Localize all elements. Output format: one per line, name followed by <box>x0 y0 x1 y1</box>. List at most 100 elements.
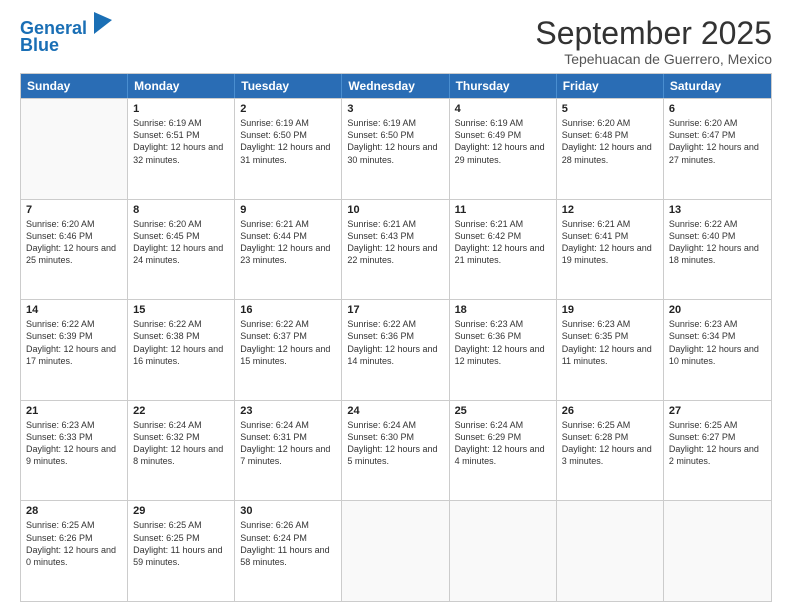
calendar-cell: 16 Sunrise: 6:22 AM Sunset: 6:37 PM Dayli… <box>235 300 342 400</box>
day-info: Sunrise: 6:19 AM Sunset: 6:51 PM Dayligh… <box>133 117 229 166</box>
calendar-header-cell: Thursday <box>450 74 557 98</box>
calendar-cell <box>342 501 449 601</box>
page: General Blue September 2025 Tepehuacan d… <box>0 0 792 612</box>
day-info: Sunrise: 6:24 AM Sunset: 6:30 PM Dayligh… <box>347 419 443 468</box>
main-title: September 2025 <box>535 16 772 51</box>
calendar-header: SundayMondayTuesdayWednesdayThursdayFrid… <box>21 74 771 98</box>
day-info: Sunrise: 6:21 AM Sunset: 6:44 PM Dayligh… <box>240 218 336 267</box>
day-number: 16 <box>240 304 336 316</box>
day-info: Sunrise: 6:20 AM Sunset: 6:46 PM Dayligh… <box>26 218 122 267</box>
day-info: Sunrise: 6:19 AM Sunset: 6:50 PM Dayligh… <box>347 117 443 166</box>
calendar-body: 1 Sunrise: 6:19 AM Sunset: 6:51 PM Daylig… <box>21 98 771 601</box>
day-info: Sunrise: 6:20 AM Sunset: 6:47 PM Dayligh… <box>669 117 766 166</box>
day-number: 21 <box>26 405 122 417</box>
day-number: 23 <box>240 405 336 417</box>
day-number: 18 <box>455 304 551 316</box>
day-info: Sunrise: 6:23 AM Sunset: 6:34 PM Dayligh… <box>669 318 766 367</box>
day-number: 12 <box>562 204 658 216</box>
day-number: 1 <box>133 103 229 115</box>
day-info: Sunrise: 6:24 AM Sunset: 6:32 PM Dayligh… <box>133 419 229 468</box>
day-info: Sunrise: 6:23 AM Sunset: 6:36 PM Dayligh… <box>455 318 551 367</box>
calendar-week-4: 21 Sunrise: 6:23 AM Sunset: 6:33 PM Dayli… <box>21 400 771 501</box>
calendar-cell <box>450 501 557 601</box>
day-info: Sunrise: 6:23 AM Sunset: 6:35 PM Dayligh… <box>562 318 658 367</box>
day-number: 4 <box>455 103 551 115</box>
day-number: 9 <box>240 204 336 216</box>
calendar-cell: 23 Sunrise: 6:24 AM Sunset: 6:31 PM Dayli… <box>235 401 342 501</box>
calendar-cell: 29 Sunrise: 6:25 AM Sunset: 6:25 PM Dayli… <box>128 501 235 601</box>
day-info: Sunrise: 6:22 AM Sunset: 6:37 PM Dayligh… <box>240 318 336 367</box>
calendar-week-1: 1 Sunrise: 6:19 AM Sunset: 6:51 PM Daylig… <box>21 98 771 199</box>
calendar-cell: 7 Sunrise: 6:20 AM Sunset: 6:46 PM Daylig… <box>21 200 128 300</box>
day-number: 7 <box>26 204 122 216</box>
day-info: Sunrise: 6:22 AM Sunset: 6:39 PM Dayligh… <box>26 318 122 367</box>
calendar-cell: 10 Sunrise: 6:21 AM Sunset: 6:43 PM Dayli… <box>342 200 449 300</box>
day-number: 17 <box>347 304 443 316</box>
day-info: Sunrise: 6:24 AM Sunset: 6:31 PM Dayligh… <box>240 419 336 468</box>
day-number: 15 <box>133 304 229 316</box>
calendar-cell: 5Sunrise: 6:20 AM Sunset: 6:48 PM Daylig… <box>557 99 664 199</box>
day-number: 3 <box>347 103 443 115</box>
day-info: Sunrise: 6:23 AM Sunset: 6:33 PM Dayligh… <box>26 419 122 468</box>
calendar-week-5: 28Sunrise: 6:25 AM Sunset: 6:26 PM Dayli… <box>21 500 771 601</box>
day-number: 14 <box>26 304 122 316</box>
calendar-cell: 9 Sunrise: 6:21 AM Sunset: 6:44 PM Daylig… <box>235 200 342 300</box>
calendar: SundayMondayTuesdayWednesdayThursdayFrid… <box>20 73 772 602</box>
day-info: Sunrise: 6:25 AM Sunset: 6:28 PM Dayligh… <box>562 419 658 468</box>
day-info: Sunrise: 6:19 AM Sunset: 6:50 PM Dayligh… <box>240 117 336 166</box>
calendar-header-cell: Saturday <box>664 74 771 98</box>
calendar-cell: 1 Sunrise: 6:19 AM Sunset: 6:51 PM Daylig… <box>128 99 235 199</box>
calendar-cell: 20 Sunrise: 6:23 AM Sunset: 6:34 PM Dayli… <box>664 300 771 400</box>
calendar-cell: 8Sunrise: 6:20 AM Sunset: 6:45 PM Daylig… <box>128 200 235 300</box>
calendar-cell: 26Sunrise: 6:25 AM Sunset: 6:28 PM Dayli… <box>557 401 664 501</box>
day-number: 2 <box>240 103 336 115</box>
title-block: September 2025 Tepehuacan de Guerrero, M… <box>535 16 772 67</box>
day-number: 10 <box>347 204 443 216</box>
day-number: 29 <box>133 505 229 517</box>
calendar-cell: 18 Sunrise: 6:23 AM Sunset: 6:36 PM Dayli… <box>450 300 557 400</box>
calendar-cell: 21 Sunrise: 6:23 AM Sunset: 6:33 PM Dayli… <box>21 401 128 501</box>
day-info: Sunrise: 6:24 AM Sunset: 6:29 PM Dayligh… <box>455 419 551 468</box>
calendar-cell: 17 Sunrise: 6:22 AM Sunset: 6:36 PM Dayli… <box>342 300 449 400</box>
day-info: Sunrise: 6:19 AM Sunset: 6:49 PM Dayligh… <box>455 117 551 166</box>
calendar-header-cell: Tuesday <box>235 74 342 98</box>
calendar-week-2: 7 Sunrise: 6:20 AM Sunset: 6:46 PM Daylig… <box>21 199 771 300</box>
day-number: 6 <box>669 103 766 115</box>
day-number: 13 <box>669 204 766 216</box>
day-info: Sunrise: 6:21 AM Sunset: 6:41 PM Dayligh… <box>562 218 658 267</box>
calendar-cell: 14 Sunrise: 6:22 AM Sunset: 6:39 PM Dayli… <box>21 300 128 400</box>
calendar-cell <box>557 501 664 601</box>
logo-icon <box>94 12 112 34</box>
day-number: 20 <box>669 304 766 316</box>
calendar-header-cell: Friday <box>557 74 664 98</box>
day-info: Sunrise: 6:22 AM Sunset: 6:38 PM Dayligh… <box>133 318 229 367</box>
calendar-cell: 13Sunrise: 6:22 AM Sunset: 6:40 PM Dayli… <box>664 200 771 300</box>
calendar-cell: 2 Sunrise: 6:19 AM Sunset: 6:50 PM Daylig… <box>235 99 342 199</box>
calendar-cell: 28Sunrise: 6:25 AM Sunset: 6:26 PM Dayli… <box>21 501 128 601</box>
calendar-header-cell: Wednesday <box>342 74 449 98</box>
day-info: Sunrise: 6:25 AM Sunset: 6:25 PM Dayligh… <box>133 519 229 568</box>
day-number: 25 <box>455 405 551 417</box>
calendar-header-cell: Sunday <box>21 74 128 98</box>
day-info: Sunrise: 6:21 AM Sunset: 6:43 PM Dayligh… <box>347 218 443 267</box>
calendar-cell: 4 Sunrise: 6:19 AM Sunset: 6:49 PM Daylig… <box>450 99 557 199</box>
day-number: 27 <box>669 405 766 417</box>
day-info: Sunrise: 6:20 AM Sunset: 6:45 PM Dayligh… <box>133 218 229 267</box>
calendar-cell: 24Sunrise: 6:24 AM Sunset: 6:30 PM Dayli… <box>342 401 449 501</box>
header: General Blue September 2025 Tepehuacan d… <box>20 16 772 67</box>
day-number: 11 <box>455 204 551 216</box>
subtitle: Tepehuacan de Guerrero, Mexico <box>535 51 772 67</box>
calendar-cell <box>664 501 771 601</box>
calendar-cell: 19 Sunrise: 6:23 AM Sunset: 6:35 PM Dayli… <box>557 300 664 400</box>
calendar-cell: 12 Sunrise: 6:21 AM Sunset: 6:41 PM Dayli… <box>557 200 664 300</box>
calendar-cell: 27 Sunrise: 6:25 AM Sunset: 6:27 PM Dayli… <box>664 401 771 501</box>
calendar-cell <box>21 99 128 199</box>
day-number: 19 <box>562 304 658 316</box>
day-number: 30 <box>240 505 336 517</box>
day-info: Sunrise: 6:22 AM Sunset: 6:36 PM Dayligh… <box>347 318 443 367</box>
day-info: Sunrise: 6:25 AM Sunset: 6:27 PM Dayligh… <box>669 419 766 468</box>
calendar-cell: 22Sunrise: 6:24 AM Sunset: 6:32 PM Dayli… <box>128 401 235 501</box>
day-info: Sunrise: 6:25 AM Sunset: 6:26 PM Dayligh… <box>26 519 122 568</box>
calendar-cell: 11Sunrise: 6:21 AM Sunset: 6:42 PM Dayli… <box>450 200 557 300</box>
calendar-cell: 3 Sunrise: 6:19 AM Sunset: 6:50 PM Daylig… <box>342 99 449 199</box>
